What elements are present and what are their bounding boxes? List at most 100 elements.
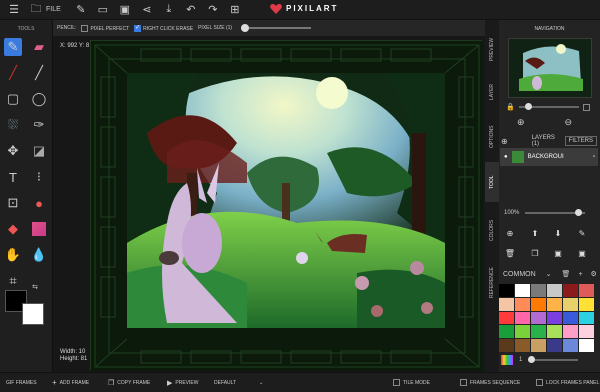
palette-swatch[interactable] [499,339,514,352]
delete-icon[interactable]: 🗑 [505,248,515,258]
palette-swatch[interactable] [499,311,514,325]
palette-swatch[interactable] [531,311,546,325]
right-click-erase-checkbox[interactable]: RIGHT CLICK ERASE [134,24,193,32]
dither-tool-icon[interactable]: ⁝ [30,168,48,186]
undo-icon[interactable]: ↶ [183,2,199,18]
line-alt-tool-icon[interactable]: ╱ [30,64,48,82]
palette-swatch[interactable] [515,284,530,297]
tile-mode-checkbox[interactable] [393,379,400,386]
tab-options[interactable]: OPTIONS [485,114,499,160]
add-frame-circle-icon[interactable]: ⊕ [505,228,515,238]
frames-sequence-toggle[interactable]: FRAMES SEQUENCE [460,379,520,386]
settings-square-icon[interactable]: ▣ [577,248,587,258]
navigation-zoom-knob[interactable] [524,103,532,110]
filters-button[interactable]: FILTERS [564,136,597,146]
grid-icon[interactable]: ⊞ [227,2,243,18]
stamp-tool-icon[interactable]: ⊡ [4,194,22,212]
zoom-in-icon[interactable]: ⊕ [517,117,525,128]
crop-tool-icon[interactable]: ⌗ [4,272,22,290]
duplicate-icon[interactable]: ❐ [530,248,540,258]
swap-colors-icon[interactable]: ⇆ [30,282,40,292]
palette-swatch[interactable] [579,311,594,325]
zoom-out-icon[interactable]: ⊖ [565,117,573,128]
palette-swatch[interactable] [563,284,578,297]
file-icon[interactable]: 🗀 [28,2,44,18]
redo-icon[interactable]: ↷ [205,2,221,18]
palette-swatch[interactable] [515,339,530,352]
palette-swatch[interactable] [499,284,514,297]
add-layer-icon[interactable]: ⊕ [501,137,508,146]
frames-sequence-checkbox[interactable] [460,379,467,386]
opacity-slider[interactable] [525,209,586,216]
lock-frames-toggle[interactable]: LOCK FRAMES PANEL [536,379,599,386]
checkbox-unchecked-icon[interactable] [81,24,89,32]
pixilart-logo[interactable]: PIXILART [270,3,338,14]
circle-tool-icon[interactable]: ◯ [30,90,48,108]
default-dropdown[interactable]: DEFAULT ⌄ [214,380,263,386]
layer-item-background[interactable]: ● BACKGROUI ▫ [500,148,598,166]
screen-icon[interactable]: ▭ [95,2,111,18]
tab-colors[interactable]: COLORS [485,208,499,252]
palette-swatch[interactable] [499,297,514,311]
palette-swatch[interactable] [563,325,578,339]
palette-swatch[interactable] [579,339,594,352]
palette-swatch[interactable] [579,297,594,311]
rectangle-tool-icon[interactable]: ▢ [4,90,22,108]
palette-swatch[interactable] [563,339,578,352]
layer-edit-icon[interactable]: ▫ [593,154,595,160]
slider-knob[interactable] [241,24,250,32]
tile-mode-toggle[interactable]: TILE MODE [393,379,430,386]
palette-swatch[interactable] [515,311,530,325]
share-icon[interactable]: ⋖ [139,2,155,18]
palette-swatch[interactable] [563,297,578,311]
palette-swatch[interactable] [579,284,594,297]
navigation-checkbox[interactable] [582,103,590,111]
pixel-size-slider[interactable] [241,24,312,32]
palette-swatch[interactable] [579,325,594,339]
palette-swatch[interactable] [547,339,562,352]
tab-preview[interactable]: PREVIEW [485,28,499,70]
color-replace-tool-icon[interactable]: ◆ [4,220,22,238]
palette-swatch[interactable] [547,297,562,311]
eraser-tool-icon[interactable]: ▰ [30,38,48,56]
shade-tool-icon[interactable]: ● [30,194,48,212]
pixel-perfect-checkbox[interactable]: PIXEL PERFECT [81,24,129,32]
chevron-down-icon[interactable]: ⌄ [546,270,552,278]
palette-swatch[interactable] [531,325,546,339]
menu-icon[interactable]: ☰ [6,2,22,18]
pencil-tool-icon[interactable]: ✎ [4,38,22,56]
line-tool-icon[interactable]: ╱ [4,64,22,82]
palette-name[interactable]: COMMON [503,271,536,278]
lock-frames-checkbox[interactable] [536,379,543,386]
tab-tool[interactable]: TOOL [485,162,499,202]
move-tool-icon[interactable]: ✥ [4,142,22,160]
picture-icon[interactable]: ▣ [117,2,133,18]
copy-frame-button[interactable]: ❐ COPY FRAME [108,379,150,387]
color-wheel-icon[interactable] [501,355,513,365]
hand-tool-icon[interactable]: ✋ [4,246,22,264]
navigation-zoom-slider[interactable] [518,103,579,110]
bucket-tool-icon[interactable]: ⛆ [4,116,22,134]
palette-swatch[interactable] [547,284,562,297]
palette-swatch[interactable] [531,339,546,352]
pencil-icon[interactable]: ✎ [73,2,89,18]
palette-swatch[interactable] [531,284,546,297]
palette-swatch[interactable] [547,325,562,339]
arrow-down-icon[interactable]: ⬇ [553,228,563,238]
lock-icon[interactable]: 🔒 [506,103,515,111]
navigation-thumbnail[interactable] [508,38,592,98]
palette-swatch[interactable] [515,297,530,311]
eye-icon[interactable]: ● [504,154,508,160]
gif-frames-button[interactable]: GIF FRAMES [6,380,37,386]
file-menu-label[interactable]: FILE [46,6,61,13]
text-tool-icon[interactable]: T [4,168,22,186]
palette-swatch[interactable] [547,311,562,325]
brush-size-slider[interactable] [528,356,579,363]
palette-swatch[interactable] [515,325,530,339]
secondary-color-swatch[interactable] [22,303,44,325]
palette-swatch[interactable] [563,311,578,325]
brush-size-knob[interactable] [528,356,536,363]
gradient-tool-icon[interactable] [30,220,48,238]
eyedropper-tool-icon[interactable]: ✑ [30,116,48,134]
select-tool-icon[interactable]: ◪ [30,142,48,160]
